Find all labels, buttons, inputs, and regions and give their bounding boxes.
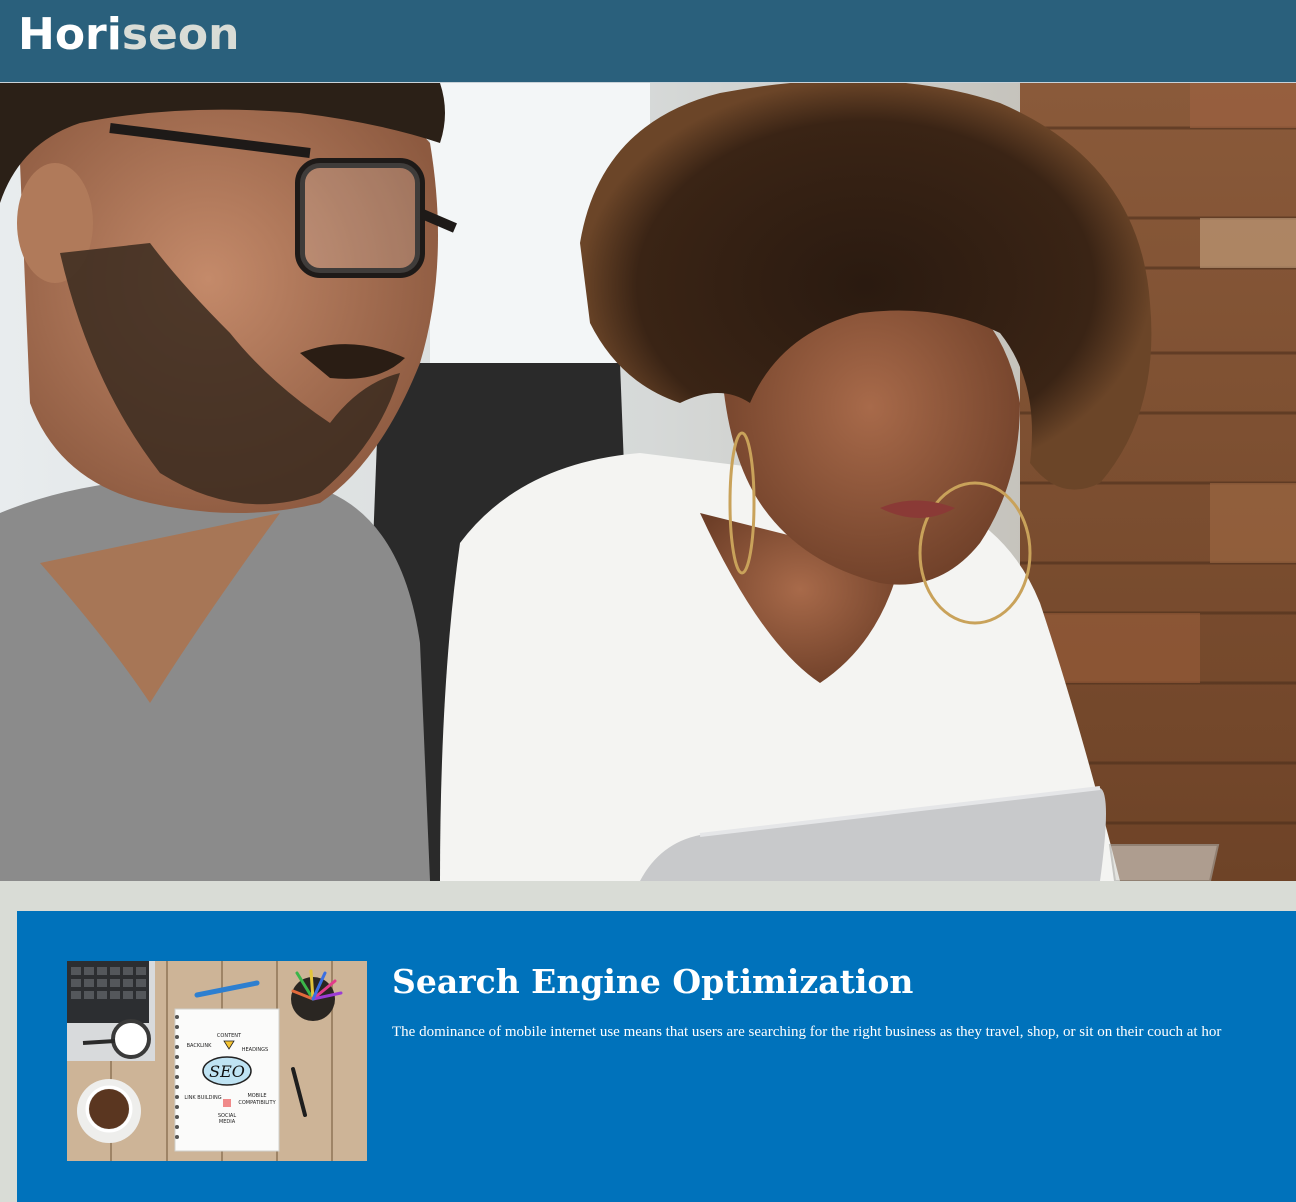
backlink-label: BACKLINK (187, 1043, 213, 1049)
seo-section: SEO CONTENT BACKLINK HEADINGS LINK BUILD… (17, 911, 1296, 1202)
compatibility-label: COMPATIBILITY (238, 1100, 276, 1106)
seo-illustration: SEO CONTENT BACKLINK HEADINGS LINK BUILD… (67, 961, 367, 1161)
mobile-label: MOBILE (247, 1093, 266, 1099)
link-building-label: LINK BUILDING (184, 1095, 221, 1101)
seo-image-label: SEO (209, 1062, 245, 1081)
logo-highlight: seon (121, 9, 240, 60)
hero-photo (0, 83, 1296, 881)
seo-text: The dominance of mobile internet use mea… (392, 1024, 1222, 1040)
logo-prefix: Hori (18, 9, 122, 60)
seo-title: Search Engine Optimization (392, 962, 914, 1001)
headings-label: HEADINGS (242, 1047, 268, 1053)
site-logo[interactable]: Horiseon (18, 8, 239, 62)
site-header: Horiseon (0, 0, 1296, 83)
hero-image (0, 83, 1296, 881)
content-label: CONTENT (217, 1033, 242, 1039)
seo-image: SEO CONTENT BACKLINK HEADINGS LINK BUILD… (67, 961, 367, 1161)
media-label: MEDIA (219, 1119, 236, 1125)
